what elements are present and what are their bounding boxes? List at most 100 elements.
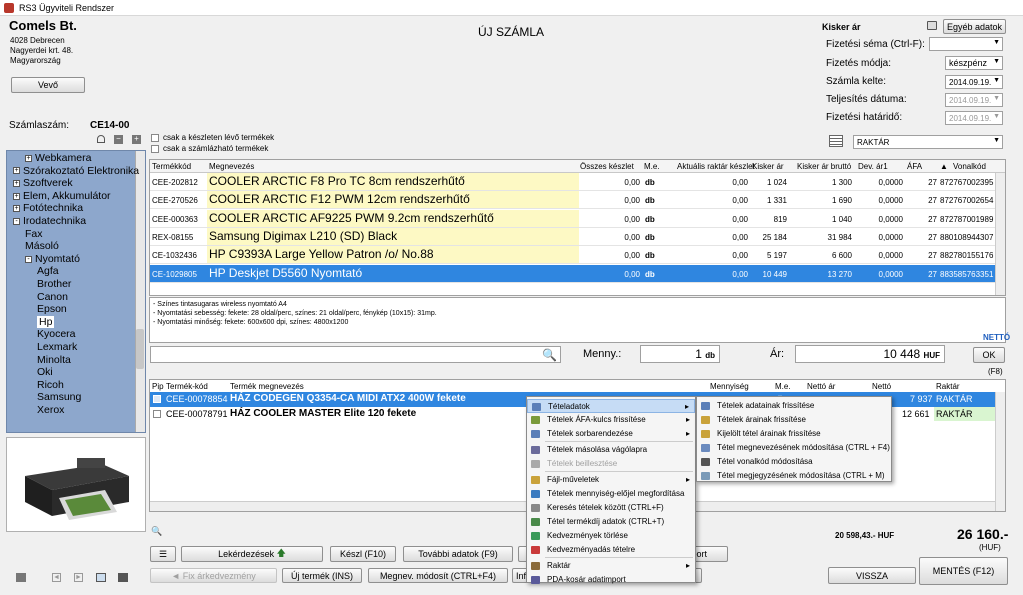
- in-stock-checkbox[interactable]: [151, 134, 159, 142]
- context-menu-item[interactable]: Tétel termékdíj adatok (CTRL+T): [527, 515, 695, 529]
- col-header[interactable]: Termék-kód: [166, 382, 208, 391]
- tree-node[interactable]: + Szoftverek: [13, 177, 73, 189]
- collapse-node-icon[interactable]: -: [13, 217, 20, 225]
- tree-node[interactable]: Ricoh: [37, 379, 64, 391]
- row-checkbox[interactable]: [153, 395, 161, 403]
- col-header[interactable]: M.e.: [775, 382, 791, 391]
- prev-icon[interactable]: ◄: [52, 573, 61, 582]
- expand-node-icon[interactable]: +: [25, 154, 32, 162]
- expand-node-icon[interactable]: +: [13, 179, 20, 187]
- col-header[interactable]: Dev. ár1: [858, 162, 888, 171]
- collapse-node-icon[interactable]: -: [25, 255, 32, 263]
- next-icon[interactable]: ►: [74, 573, 83, 582]
- completion-date-field[interactable]: 2014.09.19. ▼: [945, 93, 1003, 107]
- context-menu-item[interactable]: Tételek másolása vágólapra: [527, 443, 695, 457]
- product-row[interactable]: REX-08155 Samsung Digimax L210 (SD) Black…: [150, 227, 995, 246]
- product-row[interactable]: CEE-202812 COOLER ARCTIC F8 Pro TC 8cm re…: [150, 173, 995, 191]
- queries-button[interactable]: Lekérdezések 🡅: [181, 546, 323, 562]
- context-menu-item[interactable]: Tételek mennyiség-előjel megfordítása: [527, 487, 695, 501]
- quantity-input[interactable]: 1 db: [640, 345, 720, 363]
- more-data-button[interactable]: További adatok (F9): [403, 546, 513, 562]
- tree-node[interactable]: Kyocera: [37, 328, 76, 340]
- tree-node[interactable]: Brother: [37, 278, 71, 290]
- tree-node[interactable]: Lexmark: [37, 341, 77, 353]
- tree-node[interactable]: Hp: [37, 315, 55, 328]
- list-button[interactable]: ☰: [150, 546, 176, 562]
- payment-method-select[interactable]: készpénz ▼: [945, 56, 1003, 70]
- product-row[interactable]: CEE-000363 COOLER ARCTIC AF9225 PWM 9.2cm…: [150, 209, 995, 228]
- context-menu-item[interactable]: Keresés tételek között (CTRL+F): [527, 501, 695, 515]
- payment-scheme-select[interactable]: ▼: [929, 37, 1003, 51]
- col-header[interactable]: Összes készlet: [580, 162, 634, 171]
- row-checkbox[interactable]: [153, 410, 161, 418]
- invoiceable-checkbox[interactable]: [151, 145, 159, 153]
- category-tree[interactable]: + Webkamera + Szórakoztató Elektronika + Szof…: [6, 150, 146, 433]
- ok-button[interactable]: OK: [973, 347, 1005, 363]
- context-menu-item[interactable]: Kedvezmények törlése: [527, 529, 695, 543]
- expand-node-icon[interactable]: +: [13, 192, 20, 200]
- back-button[interactable]: VISSZA: [828, 567, 916, 584]
- submenu-item[interactable]: Tételek adatainak frissítése: [697, 399, 891, 413]
- col-header[interactable]: Kisker ár bruttó: [797, 162, 851, 171]
- tree-node[interactable]: Canon: [37, 291, 68, 303]
- rename-button[interactable]: Megnev. módosít (CTRL+F4): [368, 568, 508, 583]
- export-icon[interactable]: [118, 573, 128, 582]
- col-header[interactable]: ÁFA: [907, 162, 922, 171]
- tree-scrollbar-thumb[interactable]: [136, 329, 144, 369]
- submenu-item[interactable]: Tétel megjegyzésének módosítása (CTRL + …: [697, 469, 891, 483]
- warehouse-select[interactable]: RAKTÁR ▼: [853, 135, 1003, 149]
- fix-discount-button[interactable]: ◄ Fix árkedvezmény: [150, 568, 277, 583]
- product-grid[interactable]: Termékkód Megnevezés Összes készlet M.e.…: [149, 159, 1006, 296]
- col-header[interactable]: Megnevezés: [209, 162, 254, 171]
- context-menu-item[interactable]: Fájl-műveletek ▸: [527, 473, 695, 487]
- tree-node[interactable]: Agfa: [37, 265, 59, 277]
- tree-node[interactable]: + Szórakoztató Elektronika: [13, 165, 139, 177]
- price-input[interactable]: 10 448 HUF: [795, 345, 945, 363]
- tree-node[interactable]: - Irodatechnika: [13, 215, 86, 227]
- context-menu-item[interactable]: Kedvezményadás tételre: [527, 543, 695, 557]
- col-header[interactable]: M.e.: [644, 162, 660, 171]
- submenu-item[interactable]: Tételek árainak frissítése: [697, 413, 891, 427]
- search-icon[interactable]: 🔍: [542, 348, 557, 362]
- tree-node[interactable]: Minolta: [37, 354, 71, 366]
- save-button[interactable]: MENTÉS (F12): [919, 557, 1008, 585]
- context-menu-item[interactable]: Raktár ▸: [527, 559, 695, 573]
- tree-node[interactable]: Oki: [37, 366, 53, 378]
- calculator-icon[interactable]: [829, 135, 843, 147]
- product-row[interactable]: CEE-270526 COOLER ARCTIC F12 PWM 12cm ren…: [150, 191, 995, 210]
- submenu-item[interactable]: Tétel vonalkód módosítása: [697, 455, 891, 469]
- cash-button[interactable]: Készl (F10): [330, 546, 396, 562]
- col-header[interactable]: Aktuális raktár készlet: [677, 162, 755, 171]
- expand-node-icon[interactable]: +: [13, 167, 20, 175]
- tree-node[interactable]: - Nyomtató: [25, 253, 80, 265]
- col-header[interactable]: Raktár: [936, 382, 960, 391]
- tree-scrollbar[interactable]: [135, 151, 145, 432]
- context-menu-item[interactable]: Tételek beillesztése: [527, 457, 695, 471]
- col-header[interactable]: Kisker ár: [752, 162, 784, 171]
- search-input[interactable]: [150, 346, 561, 363]
- context-menu-item[interactable]: Tételek sorbarendezése ▸: [527, 427, 695, 441]
- context-menu-item[interactable]: PDA-kosár adatimport: [527, 573, 695, 587]
- other-data-button[interactable]: Egyéb adatok: [943, 19, 1006, 34]
- tree-node[interactable]: + Elem, Akkumulátor: [13, 190, 111, 202]
- col-header[interactable]: Vonalkód: [953, 162, 986, 171]
- tree-node[interactable]: Másoló: [25, 240, 59, 252]
- image-icon[interactable]: [96, 573, 106, 582]
- customer-button[interactable]: Vevő: [11, 77, 85, 93]
- expand-node-icon[interactable]: +: [13, 205, 20, 213]
- submenu-item[interactable]: Tétel megnevezésének módosítása (CTRL + …: [697, 441, 891, 455]
- tree-node[interactable]: Xerox: [37, 404, 64, 416]
- product-row[interactable]: CE-1029805 HP Deskjet D5560 Nyomtató 0,00 d…: [150, 264, 995, 283]
- new-product-button[interactable]: Új termék (INS): [282, 568, 362, 583]
- item-data-submenu[interactable]: Tételek adatainak frissítése Tételek árai…: [696, 396, 892, 482]
- invoice-date-field[interactable]: 2014.09.19. ▼: [945, 75, 1003, 89]
- tree-node[interactable]: Samsung: [37, 391, 81, 403]
- due-date-field[interactable]: 2014.09.19. ▼: [945, 111, 1003, 125]
- context-menu-item[interactable]: Tételek ÁFA-kulcs frissítése ▸: [527, 413, 695, 427]
- cart-scrollbar[interactable]: [995, 392, 1005, 511]
- calculator-small-icon[interactable]: [16, 573, 26, 582]
- tree-node[interactable]: + Webkamera: [25, 152, 91, 164]
- tree-node[interactable]: Epson: [37, 303, 67, 315]
- tree-node[interactable]: + Fotótechnika: [13, 202, 83, 214]
- submenu-item[interactable]: Kijelölt tétel árainak frissítése: [697, 427, 891, 441]
